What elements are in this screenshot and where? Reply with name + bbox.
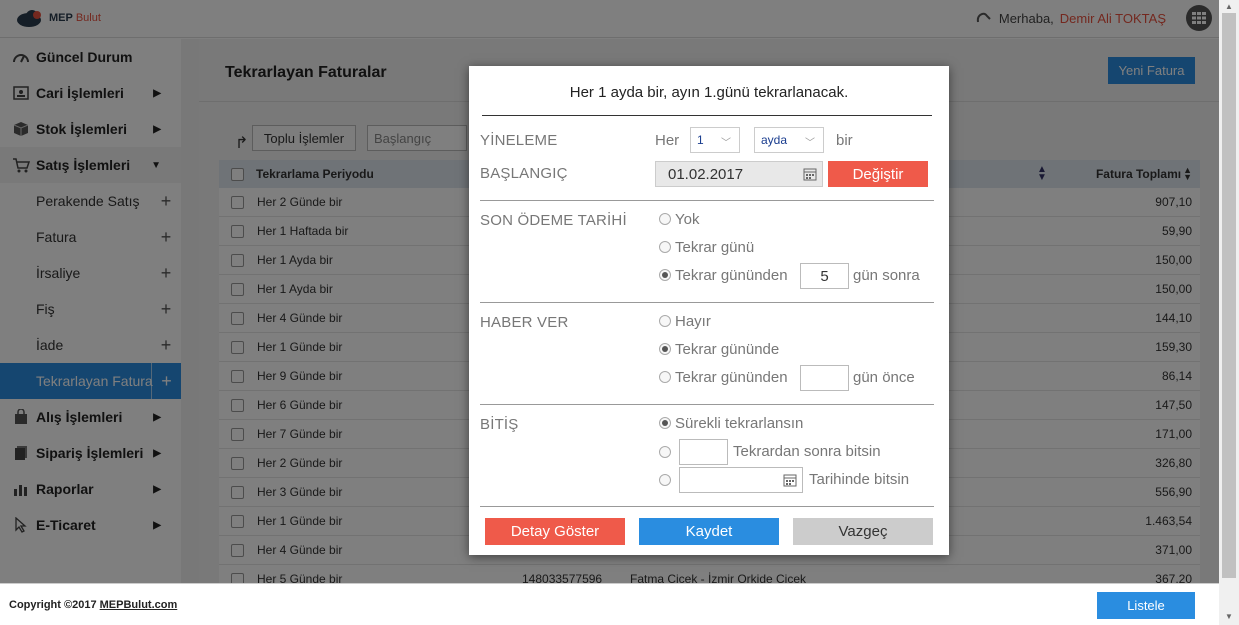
show-details-button[interactable]: Detay Göster — [485, 518, 625, 545]
end-option-after-count-label: Tekrardan sonra bitsin — [733, 443, 881, 460]
copyright-link[interactable]: MEPBulut.com — [100, 599, 178, 611]
due-date-label: SON ÖDEME TARİHİ — [480, 212, 627, 229]
scroll-up-arrow-icon[interactable]: ▲ — [1225, 2, 1233, 11]
start-date-input[interactable]: 01.02.2017 — [655, 161, 823, 187]
calendar-icon[interactable] — [783, 473, 797, 487]
chevron-down-icon: ﹀ — [805, 138, 815, 149]
repeat-prefix: Her — [655, 132, 680, 149]
due-option-none-label: Yok — [675, 211, 700, 228]
due-option-after-label: Tekrar gününden — [675, 267, 788, 284]
scrollbar-thumb[interactable] — [1222, 13, 1236, 578]
notify-label: HABER VER — [480, 314, 569, 331]
end-option-on-date-radio[interactable] — [659, 474, 671, 486]
save-button[interactable]: Kaydet — [639, 518, 779, 545]
repeat-unit-select[interactable]: ayda ﹀ — [754, 127, 824, 153]
cancel-button[interactable]: Vazgeç — [793, 518, 933, 545]
notify-days-input[interactable] — [800, 365, 849, 391]
copyright-prefix: Copyright ©2017 — [9, 599, 100, 611]
end-count-input[interactable] — [679, 439, 728, 465]
repeat-count-value: 1 — [697, 133, 704, 147]
calendar-icon[interactable] — [803, 167, 817, 181]
end-label: BİTİŞ — [480, 416, 519, 433]
notify-option-before-radio[interactable] — [659, 371, 671, 383]
repeat-count-select[interactable]: 1 ﹀ — [690, 127, 740, 153]
notify-option-same-day-radio[interactable] — [659, 343, 671, 355]
repeat-unit-value: ayda — [761, 133, 788, 147]
end-option-continuous-radio[interactable] — [659, 417, 671, 429]
end-option-after-count-radio[interactable] — [659, 446, 671, 458]
due-days-suffix: gün sonra — [853, 267, 920, 284]
notify-option-no-label: Hayır — [675, 313, 711, 330]
start-label: BAŞLANGIÇ — [480, 165, 568, 182]
section-divider — [480, 404, 934, 405]
due-option-same-day-radio[interactable] — [659, 241, 671, 253]
modal-title-divider — [482, 115, 932, 116]
due-option-none-radio[interactable] — [659, 213, 671, 225]
end-date-input[interactable] — [679, 467, 803, 493]
notify-option-no-radio[interactable] — [659, 315, 671, 327]
page-scrollbar[interactable]: ▲ ▼ — [1219, 0, 1239, 625]
section-divider — [480, 302, 934, 303]
notify-days-suffix: gün önce — [853, 369, 915, 386]
recurrence-modal: Her 1 ayda bir, ayın 1.günü tekrarlanaca… — [469, 66, 949, 555]
end-option-on-date-label: Tarihinde bitsin — [809, 471, 910, 488]
scroll-down-arrow-icon[interactable]: ▼ — [1225, 612, 1233, 621]
chevron-down-icon: ﹀ — [721, 138, 731, 149]
copyright-text: Copyright ©2017 MEPBulut.com — [9, 599, 177, 611]
repeat-suffix: bir — [836, 132, 853, 149]
notify-option-same-day-label: Tekrar gününde — [675, 341, 780, 358]
due-option-after-radio[interactable] — [659, 269, 671, 281]
repeat-label: YİNELEME — [480, 132, 558, 149]
due-days-input[interactable]: 5 — [800, 263, 849, 289]
change-date-button[interactable]: Değiştir — [828, 161, 928, 187]
recurrence-summary: Her 1 ayda bir, ayın 1.günü tekrarlanaca… — [569, 84, 849, 101]
due-option-same-day-label: Tekrar günü — [675, 239, 755, 256]
section-divider — [480, 200, 934, 201]
section-divider — [480, 506, 934, 507]
list-button[interactable]: Listele — [1097, 592, 1195, 619]
notify-option-before-label: Tekrar gününden — [675, 369, 788, 386]
start-date-value: 01.02.2017 — [668, 165, 744, 183]
footer: Copyright ©2017 MEPBulut.com Listele — [0, 583, 1219, 625]
end-option-continuous-label: Sürekli tekrarlansın — [675, 415, 804, 432]
